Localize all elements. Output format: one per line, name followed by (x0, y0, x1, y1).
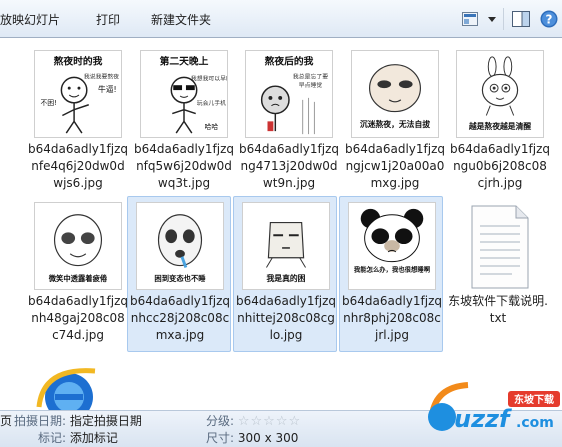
tags-key: 标记: (38, 431, 67, 445)
command-bar: 放映幻灯片 打印 新建文件夹 ? (0, 0, 562, 38)
image-thumbnail: 熬夜时的我 我说我要熬夜 牛逼! 不困! (34, 50, 122, 138)
image-thumbnail: 困到变态也不睡 (136, 202, 224, 290)
slideshow-button[interactable]: 放映幻灯片 (0, 11, 60, 28)
image-thumbnail: 沉迷熬夜，无法自拔 (351, 50, 439, 138)
image-thumbnail: 我能怎么办，我也很想睡啊 (348, 202, 436, 290)
file-name: b64da6adly1fjzqnh48gaj208c08c74d.jpg (28, 294, 129, 342)
print-button[interactable]: 打印 (96, 11, 120, 28)
meme-title: 熬夜后的我 (265, 55, 314, 68)
image-thumbnail: 第二天晚上 我想我可以早睡 玩会儿手机 哈哈 (140, 50, 228, 138)
uzzf-logo: uzzf .com 东坡下载 (412, 375, 562, 447)
file-name: b64da6adly1fjzqnhr8phj208c08cjrl.jpg (342, 294, 443, 342)
meme-text: 哈哈 (205, 122, 219, 131)
file-name: b64da6adly1fjzqnhcc28j208c08cmxa.jpg (130, 294, 231, 342)
image-thumbnail: 微笑中透露着疲倦 (34, 202, 122, 290)
meme-text: 牛逼! (98, 84, 117, 94)
date-taken-row: 拍摄日期: 指定拍摄日期 (14, 413, 142, 430)
date-taken-field[interactable]: 指定拍摄日期 (70, 414, 142, 428)
file-item[interactable]: 困到变态也不睡 b64da6adly1fjzqnhcc28j208c08cmxa… (127, 196, 231, 352)
image-thumbnail: 我是真的困 (242, 202, 330, 290)
meme-caption: 越是熬夜越是清醒 (468, 121, 532, 131)
help-icon[interactable]: ? (538, 8, 560, 30)
file-name: b64da6adly1fjzqng4713j20dw0dwt9n.jpg (239, 142, 340, 190)
file-item[interactable]: 熬夜时的我 我说我要熬夜 牛逼! 不困! b64da6adly1fjzqnfe4… (25, 44, 129, 200)
details-fragment: 页 (0, 414, 13, 428)
meme-text: 不困! (40, 99, 56, 107)
svg-text:.com: .com (516, 415, 554, 431)
tags-field[interactable]: 添加标记 (70, 431, 118, 445)
ie-icon[interactable] (33, 357, 103, 410)
file-item[interactable]: 熬夜后的我 我总是忘了要 早点睡觉 b64da6adly1fjzqng4713j… (236, 44, 340, 200)
file-name: b64da6adly1fjzqngu0b6j208c08cjrh.jpg (450, 142, 551, 190)
svg-text:uzzf: uzzf (454, 405, 512, 433)
file-item[interactable]: 我能怎么办，我也很想睡啊 b64da6adly1fjzqnhr8phj208c0… (339, 196, 443, 352)
file-item[interactable]: 微笑中透露着疲倦 b64da6adly1fjzqnh48gaj208c08c74… (25, 196, 129, 352)
meme-text: 我想我可以早睡 (191, 74, 227, 82)
rating-stars[interactable]: ☆☆☆☆☆ (238, 413, 301, 430)
size-row: 尺寸: 300 x 300 (206, 430, 298, 447)
size-value: 300 x 300 (237, 431, 299, 445)
file-name: 东坡软件下载说明.txt (448, 294, 548, 325)
tags-row: 标记: 添加标记 (38, 430, 118, 447)
toolbar-divider (503, 8, 504, 30)
file-item[interactable]: 第二天晚上 我想我可以早睡 玩会儿手机 哈哈 b64da6adly1fjzqnf… (131, 44, 235, 200)
file-item[interactable]: 越是熬夜越是清醒 b64da6adly1fjzqngu0b6j208c08cjr… (447, 44, 551, 200)
file-name: b64da6adly1fjzqnhittej208c08cglo.jpg (236, 294, 337, 342)
image-thumbnail: 熬夜后的我 我总是忘了要 早点睡觉 (245, 50, 333, 138)
view-icon[interactable] (459, 8, 481, 30)
image-thumbnail: 越是熬夜越是清醒 (456, 50, 544, 138)
file-view[interactable]: 熬夜时的我 我说我要熬夜 牛逼! 不困! b64da6adly1fjzqnfe4… (0, 39, 562, 410)
chevron-down-icon[interactable] (487, 8, 497, 30)
svg-text:东坡下载: 东坡下载 (514, 393, 554, 406)
meme-title: 熬夜时的我 (54, 55, 103, 68)
rating-row: 分级: ☆☆☆☆☆ (206, 413, 301, 430)
text-file-icon (454, 202, 542, 290)
meme-title: 第二天晚上 (160, 55, 209, 68)
meme-caption: 沉迷熬夜，无法自拔 (360, 119, 430, 129)
meme-caption: 困到变态也不睡 (154, 274, 206, 283)
meme-text: 早点睡觉 (299, 81, 323, 89)
meme-text: 我说我要熬夜 (84, 72, 119, 80)
meme-caption: 微笑中透露着疲倦 (48, 274, 108, 283)
file-item[interactable]: 沉迷熬夜，无法自拔 b64da6adly1fjzqngjcw1j20a00a0m… (342, 44, 446, 200)
file-item[interactable]: 我是真的困 b64da6adly1fjzqnhittej208c08cglo.j… (233, 196, 337, 352)
file-name: b64da6adly1fjzqnfq5w6j20dw0dwq3t.jpg (134, 142, 235, 190)
rating-key: 分级: (206, 414, 235, 428)
new-folder-button[interactable]: 新建文件夹 (151, 11, 211, 28)
file-name: b64da6adly1fjzqngjcw1j20a00a0mxg.jpg (345, 142, 446, 190)
size-key: 尺寸: (206, 431, 235, 445)
meme-caption: 我能怎么办，我也很想睡啊 (354, 264, 431, 273)
preview-pane-icon[interactable] (510, 8, 532, 30)
meme-caption: 我是真的困 (267, 273, 306, 283)
date-taken-key: 拍摄日期: (14, 414, 67, 428)
file-item[interactable]: 东坡软件下载说明.txt (445, 196, 549, 352)
meme-text: 我总是忘了要 (293, 72, 328, 80)
file-name: b64da6adly1fjzqnfe4q6j20dw0dwjs6.jpg (28, 142, 129, 190)
svg-text:?: ? (546, 13, 553, 27)
meme-text: 玩会儿手机 (197, 99, 226, 107)
